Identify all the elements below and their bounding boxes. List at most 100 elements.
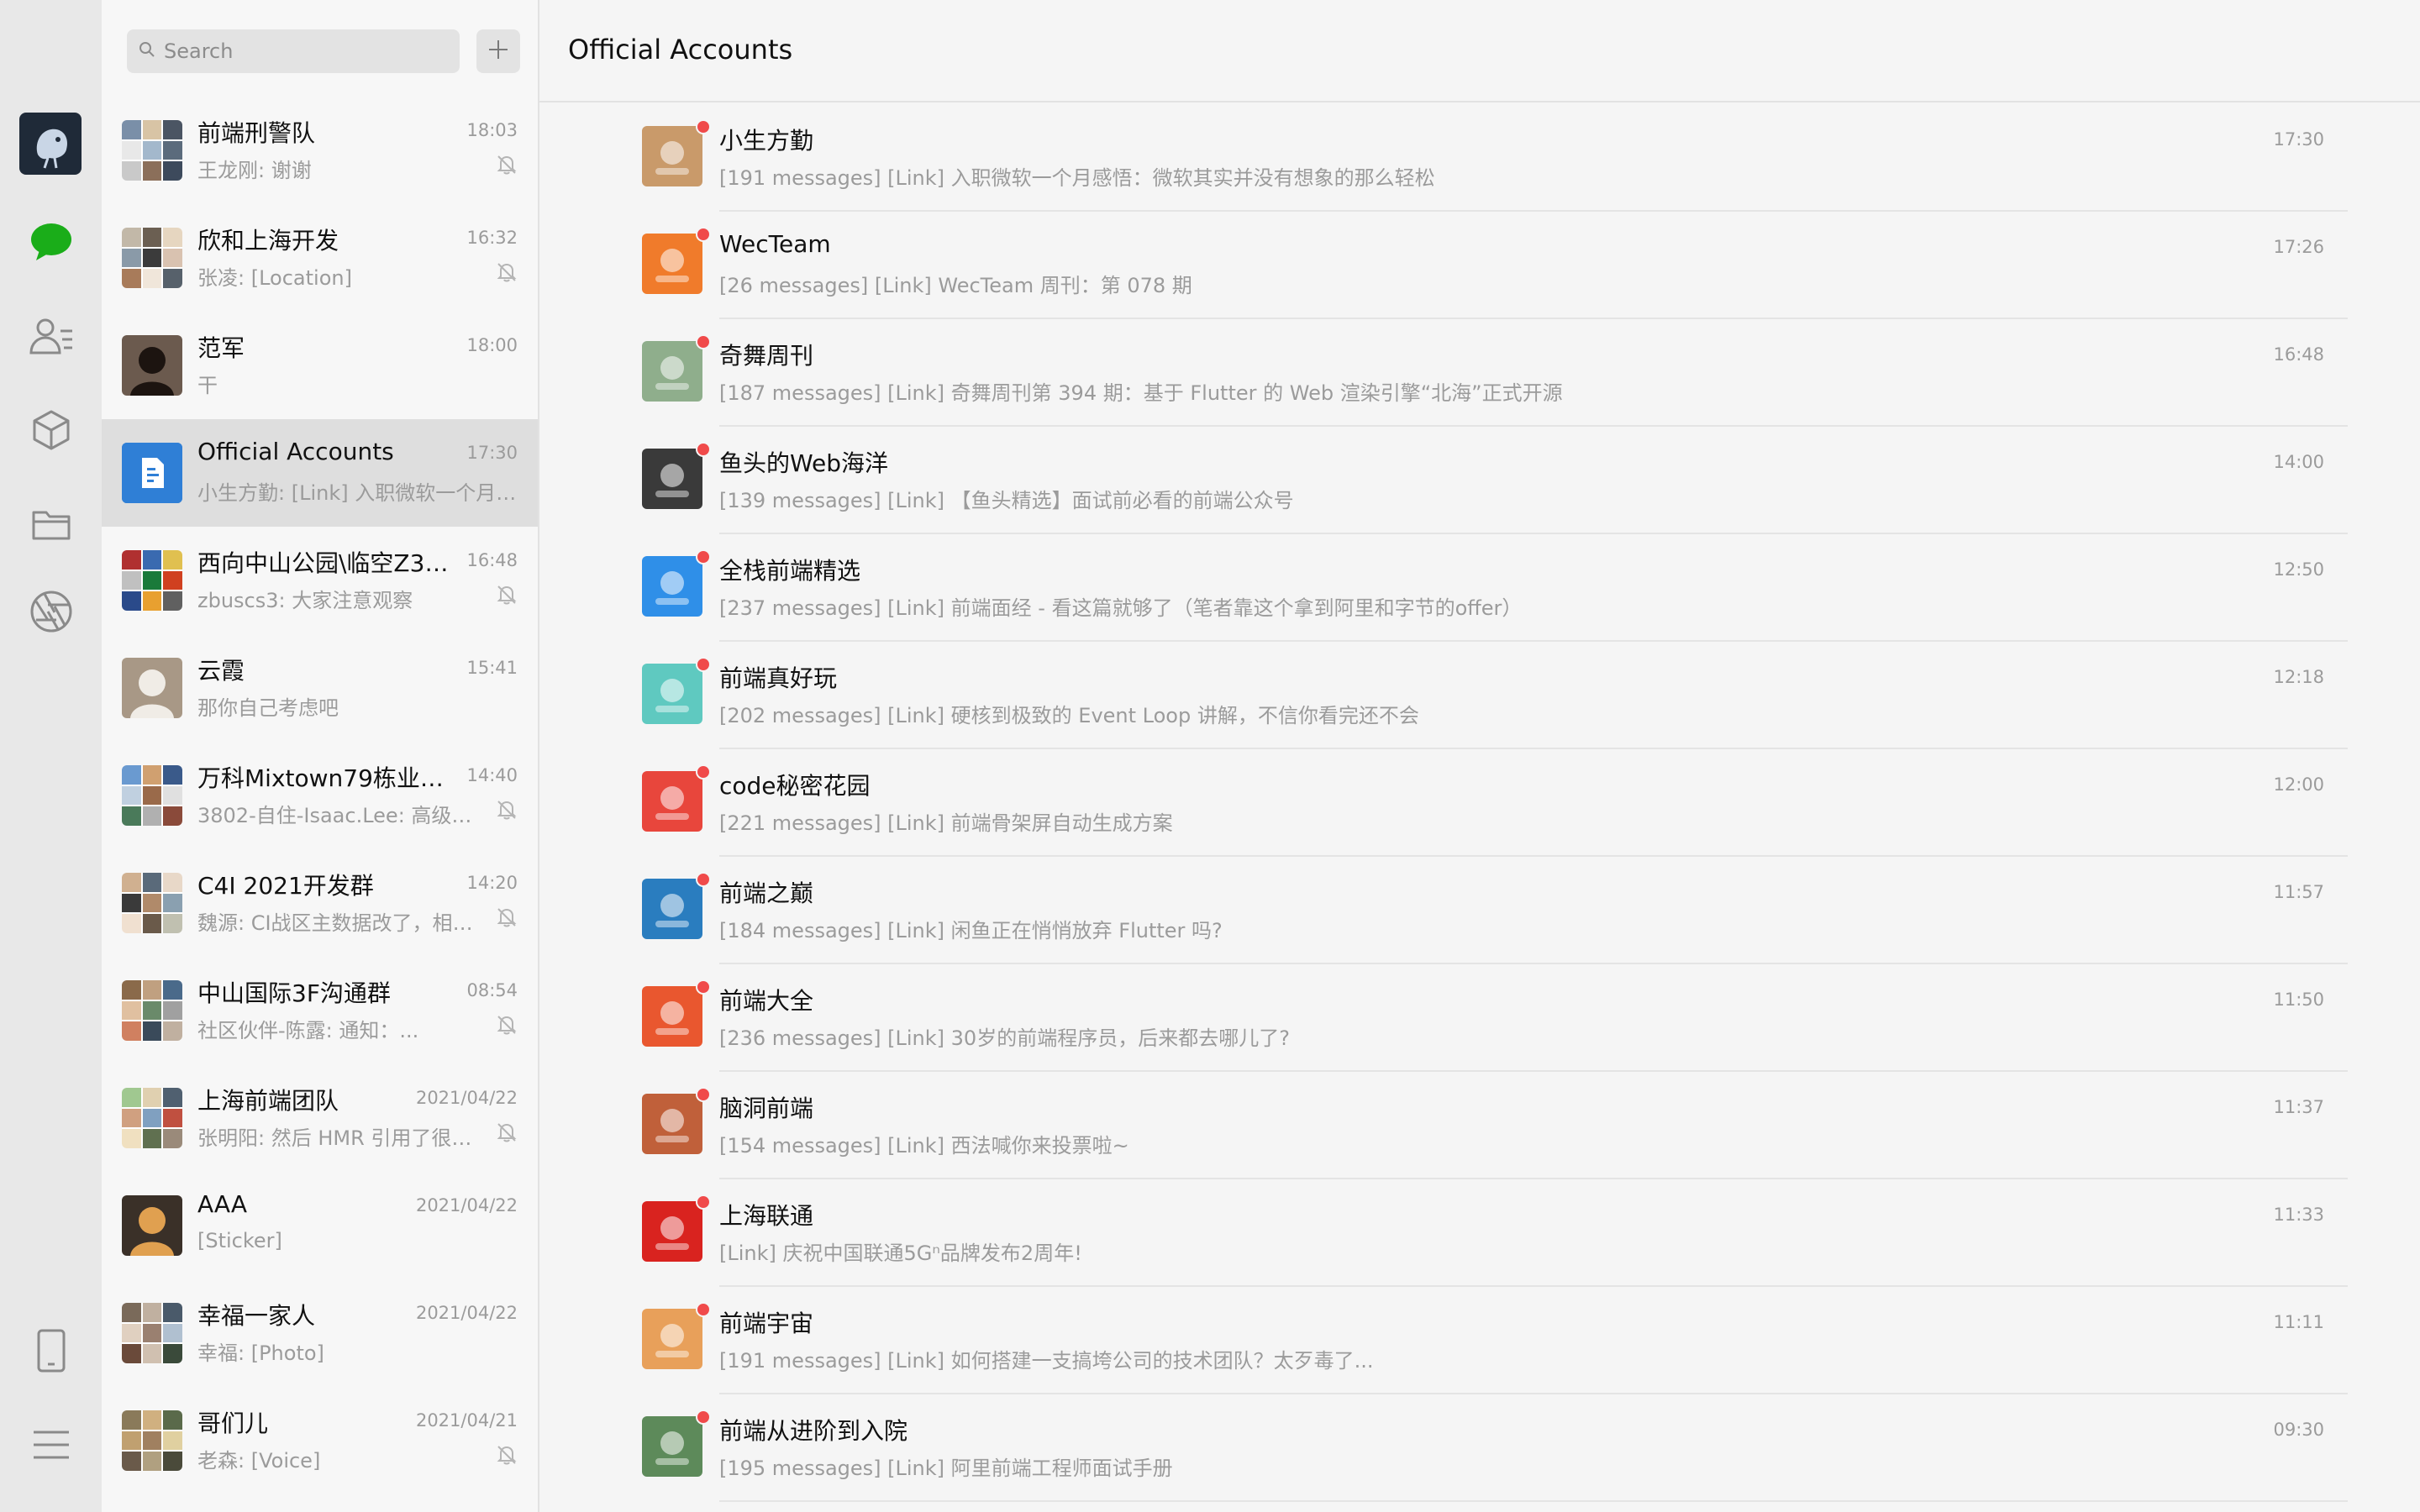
nav-favorites[interactable] xyxy=(0,396,102,464)
search-input[interactable]: Search xyxy=(127,29,460,73)
chat-item[interactable]: AAA 2021/04/22 [Sticker] xyxy=(102,1172,538,1279)
page-title: Official Accounts xyxy=(568,34,793,66)
account-row[interactable]: 脑洞前端 [154 messages] [Link] 西法喊你来投票啦~ 11:37 xyxy=(642,1072,2348,1179)
nav-moments[interactable] xyxy=(0,578,102,645)
nav-menu[interactable] xyxy=(0,1411,102,1478)
account-time: 17:30 xyxy=(2273,129,2324,150)
account-row[interactable]: 前端真好玩 [202 messages] [Link] 硬核到极致的 Event … xyxy=(642,642,2348,749)
chat-preview: 小生方勤: [Link] 入职微软一个月感悟：微软其实并没有想象的那么轻松 xyxy=(197,481,517,505)
chat-time: 18:03 xyxy=(466,120,518,140)
account-name: 前端真好玩 xyxy=(719,664,838,692)
chat-list-panel: Search 前端刑警队 18:03 王龙刚: 谢谢 欣和上海开发 16:32 张凌: [… xyxy=(102,0,539,1512)
chat-avatar xyxy=(122,765,182,826)
folder-icon xyxy=(31,507,71,541)
account-preview: [236 messages] [Link] 30岁的前端程序员，后来都去哪儿了? xyxy=(719,1026,1290,1050)
account-row[interactable]: 小生方勤 [191 messages] [Link] 入职微软一个月感悟：微软其实… xyxy=(642,104,2348,212)
nav-chats[interactable] xyxy=(0,208,102,276)
muted-bell-icon xyxy=(496,584,518,606)
account-row[interactable]: 全栈前端精选 [237 messages] [Link] 前端面经 - 看这篇就够… xyxy=(642,534,2348,642)
account-row[interactable]: WecTeam [26 messages] [Link] WecTeam 周刊：第… xyxy=(642,212,2348,319)
account-row[interactable]: code秘密花园 [221 messages] [Link] 前端骨架屏自动生成方… xyxy=(642,749,2348,857)
account-name: 前端宇宙 xyxy=(719,1310,814,1337)
chat-name: Official Accounts xyxy=(197,438,394,465)
account-time: 12:00 xyxy=(2273,774,2324,795)
chat-preview: 魏源: CI战区主数据改了，相关的接口 xyxy=(197,911,483,935)
account-time: 09:30 xyxy=(2273,1420,2324,1440)
chat-time: 16:48 xyxy=(466,550,518,570)
chat-name: AAA xyxy=(197,1190,248,1218)
menu-icon xyxy=(32,1429,71,1461)
account-avatar xyxy=(642,341,702,402)
unread-dot xyxy=(696,872,711,887)
account-row[interactable]: 上海联通 [Link] 庆祝中国联通5Gⁿ品牌发布2周年! 11:33 xyxy=(642,1179,2348,1287)
nav-contacts[interactable] xyxy=(0,302,102,370)
chat-item[interactable]: 万科Mixtown79栋业主群 14:40 3802-自住-Isaac.Lee: 高… xyxy=(102,742,538,849)
chat-avatar xyxy=(122,335,182,396)
chat-bubble-icon xyxy=(29,222,73,262)
unread-dot xyxy=(696,334,711,349)
account-preview: [26 messages] [Link] WecTeam 周刊：第 078 期 xyxy=(719,274,1192,297)
chat-item[interactable]: Official Accounts 17:30 小生方勤: [Link] 入职微软一… xyxy=(102,419,538,527)
chat-avatar xyxy=(122,1410,182,1471)
chat-time: 18:00 xyxy=(466,335,518,355)
search-placeholder: Search xyxy=(164,39,234,63)
account-preview: [202 messages] [Link] 硬核到极致的 Event Loop … xyxy=(719,704,1419,727)
cube-icon xyxy=(32,409,71,451)
account-preview: [187 messages] [Link] 奇舞周刊第 394 期：基于 Flu… xyxy=(719,381,1563,405)
chat-name: 欣和上海开发 xyxy=(197,227,339,255)
chat-preview: 张明阳: 然后 HMR 引用了很多东西 xyxy=(197,1126,483,1150)
nav-files[interactable] xyxy=(0,491,102,558)
chat-item[interactable]: 上海前端团队 2021/04/22 张明阳: 然后 HMR 引用了很多东西 xyxy=(102,1064,538,1172)
official-accounts-panel: Official Accounts 小生方勤 [191 messages] [Li… xyxy=(539,0,2420,1512)
chat-item[interactable]: 西向中山公园\临空Z3小区 16:48 zbuscs3: 大家注意观察 xyxy=(102,527,538,634)
account-time: 11:37 xyxy=(2273,1097,2324,1117)
plus-icon xyxy=(487,39,509,64)
account-name: 上海联通 xyxy=(719,1202,814,1230)
account-row[interactable]: 前端宇宙 [191 messages] [Link] 如何搭建一支搞垮公司的技术团… xyxy=(642,1287,2348,1394)
account-row[interactable]: 前端从进阶到入院 [195 messages] [Link] 阿里前端工程师面试手… xyxy=(642,1394,2348,1502)
unread-dot xyxy=(696,119,711,134)
chat-item[interactable]: C4I 2021开发群 14:20 魏源: CI战区主数据改了，相关的接口 xyxy=(102,849,538,957)
account-row[interactable]: 前端大全 [236 messages] [Link] 30岁的前端程序员，后来都去… xyxy=(642,964,2348,1072)
chat-item[interactable]: 云霞 15:41 那你自己考虑吧 xyxy=(102,634,538,742)
nav-phone[interactable] xyxy=(0,1317,102,1384)
chat-avatar xyxy=(122,228,182,288)
muted-bell-icon xyxy=(496,154,518,176)
chat-name: 西向中山公园\临空Z3小区 xyxy=(197,549,450,577)
account-time: 11:11 xyxy=(2273,1312,2324,1332)
account-avatar xyxy=(642,771,702,832)
chat-name: 哥们儿 xyxy=(197,1410,269,1437)
account-row[interactable]: 前端之巅 [184 messages] [Link] 闲鱼正在悄悄放弃 Flutt… xyxy=(642,857,2348,964)
account-preview: [139 messages] [Link] 【鱼头精选】面试前必看的前端公众号 xyxy=(719,489,1294,512)
account-avatar xyxy=(642,234,702,294)
account-avatar xyxy=(642,1416,702,1477)
add-chat-button[interactable] xyxy=(476,29,520,73)
unread-dot xyxy=(696,1410,711,1425)
chat-preview: 3802-自住-Isaac.Lee: 高级感满满 xyxy=(197,804,483,827)
account-row[interactable]: 鱼头的Web海洋 [139 messages] [Link] 【鱼头精选】面试前必… xyxy=(642,427,2348,534)
chat-item[interactable]: 前端刑警队 18:03 王龙刚: 谢谢 xyxy=(102,97,538,204)
account-row[interactable]: 奇舞周刊 [187 messages] [Link] 奇舞周刊第 394 期：基于… xyxy=(642,319,2348,427)
chat-item[interactable]: 欣和上海开发 16:32 张凌: [Location] xyxy=(102,204,538,312)
nav-sidebar xyxy=(0,0,102,1512)
search-bar: Search xyxy=(127,29,538,73)
chat-time: 2021/04/22 xyxy=(415,1195,518,1215)
unread-dot xyxy=(696,979,711,995)
unread-dot xyxy=(696,657,711,672)
account-time: 17:26 xyxy=(2273,237,2324,257)
chat-avatar xyxy=(122,1303,182,1363)
chat-item[interactable]: 哥们儿 2021/04/21 老森: [Voice] xyxy=(102,1387,538,1494)
chat-time: 14:40 xyxy=(466,765,518,785)
chat-item[interactable]: 范军 18:00 干 xyxy=(102,312,538,419)
chat-name: 万科Mixtown79栋业主群 xyxy=(197,764,450,792)
chat-avatar xyxy=(122,1195,182,1256)
account-avatar xyxy=(642,986,702,1047)
account-name: 前端大全 xyxy=(719,987,814,1015)
account-avatar xyxy=(642,126,702,186)
unread-dot xyxy=(696,764,711,780)
chat-item[interactable]: 中山国际3F沟通群 08:54 社区伙伴-陈露: 通知：... xyxy=(102,957,538,1064)
account-avatar xyxy=(642,664,702,724)
account-preview: [Link] 庆祝中国联通5Gⁿ品牌发布2周年! xyxy=(719,1242,1082,1265)
user-avatar[interactable] xyxy=(19,113,82,175)
chat-item[interactable]: 幸福一家人 2021/04/22 幸福: [Photo] xyxy=(102,1279,538,1387)
